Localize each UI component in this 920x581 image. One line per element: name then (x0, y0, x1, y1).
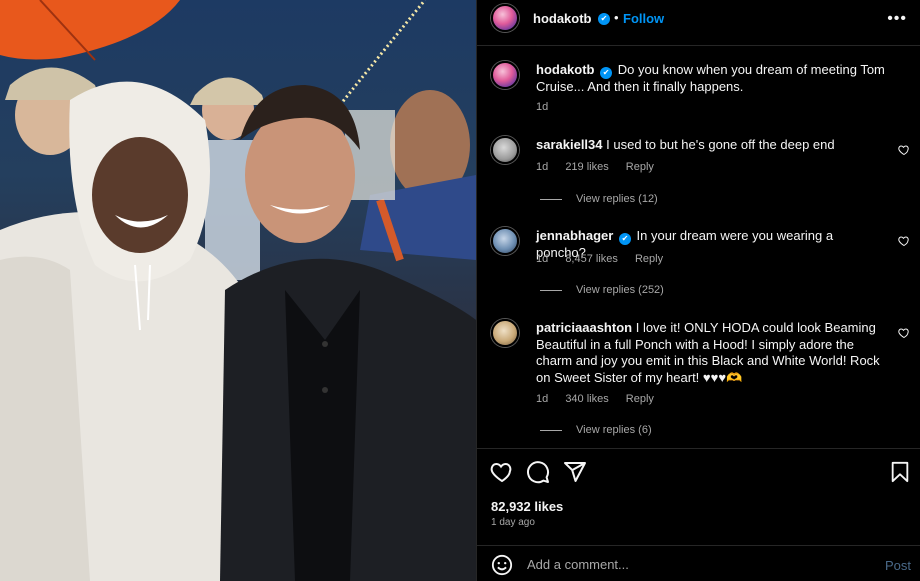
smiley-icon[interactable] (491, 554, 513, 576)
follow-button[interactable]: Follow (623, 11, 664, 26)
view-replies-button[interactable]: View replies (252) (540, 284, 664, 296)
comment-meta: 1d 340 likes Reply (536, 393, 668, 405)
comment-age: 1d (536, 393, 549, 405)
post-photo-illustration (0, 0, 476, 581)
author-username[interactable]: hodakotb (533, 11, 592, 26)
comment-like-heart-icon[interactable] (898, 327, 910, 339)
more-options-icon[interactable]: ••• (887, 10, 907, 28)
caption-author-avatar[interactable] (491, 61, 519, 89)
post-actions (477, 460, 920, 488)
post-timestamp[interactable]: 1 day ago (491, 517, 535, 528)
comment-text: I used to but he's gone off the deep end (606, 137, 835, 152)
reply-button[interactable]: Reply (626, 393, 654, 405)
reply-button[interactable]: Reply (626, 161, 654, 173)
like-count[interactable]: 82,932 likes (491, 499, 563, 514)
view-replies-line (540, 289, 562, 291)
comment-meta: 1d 219 likes Reply (536, 161, 668, 173)
comment-like-heart-icon[interactable] (898, 144, 910, 156)
comment-verified-badge-icon: ✔ (618, 233, 631, 245)
comment-avatar[interactable] (491, 319, 519, 347)
bookmark-icon[interactable] (889, 460, 911, 484)
post-sidebar: hodakotb ✔ • Follow ••• hodakotb ✔ Do yo… (476, 0, 920, 581)
view-replies-button[interactable]: View replies (12) (540, 193, 658, 205)
post-comment-button[interactable]: Post (885, 558, 911, 573)
post-header: hodakotb ✔ • Follow ••• (477, 0, 920, 37)
comment-username[interactable]: jennabhager (536, 228, 613, 243)
comment: sarakiell34 I used to but he's gone off … (536, 137, 886, 154)
caption: hodakotb ✔ Do you know when you dream of… (536, 62, 896, 95)
paper-plane-icon[interactable] (563, 460, 587, 484)
comment-composer: Post (477, 546, 920, 581)
comment-age: 1d (536, 161, 549, 173)
header-separator: • (614, 10, 619, 25)
caption-username[interactable]: hodakotb (536, 62, 595, 77)
comment-username[interactable]: sarakiell34 (536, 137, 603, 152)
caption-meta: 1d (536, 101, 562, 113)
caption-verified-badge-icon: ✔ (600, 67, 613, 79)
view-replies-label: View replies (12) (576, 193, 658, 205)
view-replies-line (540, 198, 562, 200)
comment-likes[interactable]: 8,457 likes (565, 253, 618, 265)
caption-age: 1d (536, 101, 549, 113)
view-replies-label: View replies (6) (576, 424, 652, 436)
header-divider (477, 45, 920, 46)
comment-like-heart-icon[interactable] (898, 235, 910, 247)
author-avatar[interactable] (491, 4, 519, 32)
view-replies-label: View replies (252) (576, 284, 664, 296)
view-replies-line (540, 429, 562, 431)
heart-icon[interactable] (490, 460, 514, 484)
comment-icon[interactable] (526, 460, 550, 484)
comment-input[interactable] (527, 555, 857, 573)
verified-badge-icon: ✔ (598, 13, 610, 25)
reply-button[interactable]: Reply (635, 253, 663, 265)
comment-avatar[interactable] (491, 227, 519, 255)
post-photo[interactable] (0, 0, 476, 581)
comment-meta: 1d 8,457 likes Reply (536, 253, 677, 265)
comment-likes[interactable]: 219 likes (565, 161, 608, 173)
comments-divider (477, 448, 920, 449)
view-replies-button[interactable]: View replies (6) (540, 424, 652, 436)
comment-age: 1d (536, 253, 549, 265)
comment: patriciaaashton I love it! ONLY HODA cou… (536, 320, 886, 386)
comment-avatar[interactable] (491, 136, 519, 164)
comment-username[interactable]: patriciaaashton (536, 320, 632, 335)
comment-likes[interactable]: 340 likes (565, 393, 608, 405)
